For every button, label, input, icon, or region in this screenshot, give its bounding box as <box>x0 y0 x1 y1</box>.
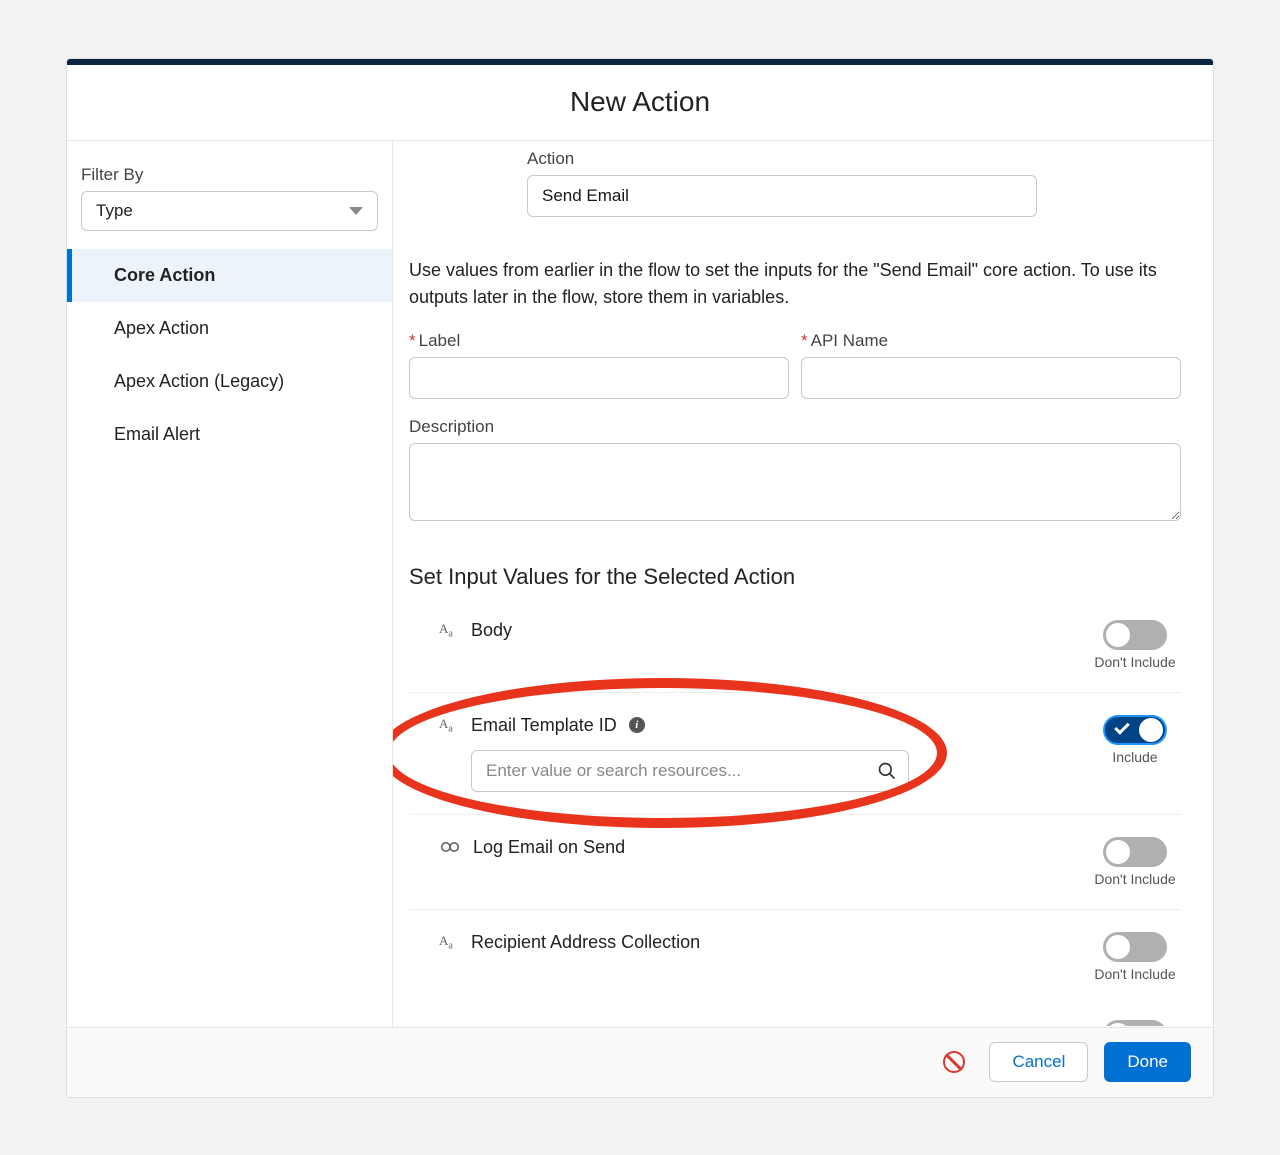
error-indicator-icon[interactable] <box>943 1051 965 1073</box>
label-input[interactable] <box>409 357 789 399</box>
input-values-heading: Set Input Values for the Selected Action <box>409 564 1181 590</box>
description-textarea[interactable] <box>409 443 1181 521</box>
check-icon <box>1114 719 1130 735</box>
modal-header: New Action <box>67 65 1213 141</box>
input-left: Aa Email Template ID i <box>439 715 909 792</box>
input-left: Aa Body <box>439 620 512 641</box>
include-toggle-log-email[interactable] <box>1103 837 1167 867</box>
toggle-knob <box>1106 840 1130 864</box>
include-toggle-body[interactable] <box>1103 620 1167 650</box>
label-field-col: *Label <box>409 331 789 399</box>
help-text: Use values from earlier in the flow to s… <box>409 257 1169 311</box>
chevron-down-icon <box>349 207 363 215</box>
modal-title: New Action <box>570 86 710 118</box>
cancel-button[interactable]: Cancel <box>989 1042 1088 1082</box>
modal-body: Filter By Type Core Action Apex Action A… <box>67 141 1213 1027</box>
sidebar-item-label: Apex Action (Legacy) <box>114 371 284 391</box>
done-button[interactable]: Done <box>1104 1042 1191 1082</box>
input-row-next-peek <box>409 1004 1181 1026</box>
screen: New Action Filter By Type Core Action Ap… <box>0 0 1280 1155</box>
text-type-icon: Aa <box>439 621 459 640</box>
input-title: Recipient Address Collection <box>471 932 700 953</box>
sidebar-item-label: Email Alert <box>114 424 200 444</box>
text-type-icon: Aa <box>439 933 459 952</box>
action-select[interactable]: Send Email <box>527 175 1037 217</box>
boolean-type-icon <box>439 841 461 853</box>
input-title: Log Email on Send <box>473 837 625 858</box>
sidebar-item-label: Apex Action <box>114 318 209 338</box>
toggle-col: Don't Include <box>1089 837 1181 887</box>
input-left: Log Email on Send <box>439 837 625 858</box>
toggle-col: Don't Include <box>1089 620 1181 670</box>
input-title: Body <box>471 620 512 641</box>
toggle-label: Don't Include <box>1094 654 1175 670</box>
description-block: Description <box>409 417 1181 526</box>
action-field-label: Action <box>527 149 1181 169</box>
type-select-value: Type <box>96 201 133 221</box>
action-block: Action Send Email <box>527 149 1181 217</box>
sidebar: Filter By Type Core Action Apex Action A… <box>67 141 393 1027</box>
filter-by-label: Filter By <box>67 165 392 191</box>
input-title-line: Aa Recipient Address Collection <box>439 932 700 953</box>
input-left: Aa Recipient Address Collection <box>439 932 700 953</box>
apiname-field-col: *API Name <box>801 331 1181 399</box>
main-panel[interactable]: Action Send Email Use values from earlie… <box>393 141 1213 1027</box>
toggle-knob <box>1106 935 1130 959</box>
apiname-field-label: *API Name <box>801 331 1181 351</box>
include-toggle-email-template-id[interactable] <box>1103 715 1167 745</box>
toggle-col <box>1089 1020 1181 1026</box>
info-icon[interactable]: i <box>629 717 645 733</box>
toggle-knob <box>1106 1023 1130 1026</box>
input-row-log-email-on-send: Log Email on Send Don't Include <box>409 815 1181 910</box>
modal-footer: Cancel Done <box>67 1027 1213 1097</box>
email-template-id-input[interactable] <box>471 750 909 792</box>
input-row-email-template-id: Aa Email Template ID i <box>409 693 1181 815</box>
sidebar-item-apex-action[interactable]: Apex Action <box>67 302 392 355</box>
include-toggle-next[interactable] <box>1103 1020 1167 1026</box>
toggle-col: Include <box>1089 715 1181 765</box>
action-select-value: Send Email <box>542 186 629 206</box>
type-select[interactable]: Type <box>81 191 378 231</box>
label-field-label: *Label <box>409 331 789 351</box>
text-type-icon: Aa <box>439 716 459 735</box>
toggle-label: Include <box>1112 749 1157 765</box>
input-title-line: Aa Email Template ID i <box>439 715 909 736</box>
resource-search-wrap <box>471 750 909 792</box>
sidebar-item-email-alert[interactable]: Email Alert <box>67 408 392 461</box>
input-row-recipient-address-collection: Aa Recipient Address Collection Don't In… <box>409 910 1181 1004</box>
toggle-col: Don't Include <box>1089 932 1181 982</box>
input-row-body: Aa Body Don't Include <box>409 598 1181 693</box>
input-title-line: Log Email on Send <box>439 837 625 858</box>
input-title-line: Aa Body <box>439 620 512 641</box>
toggle-knob <box>1139 718 1163 742</box>
modal-window: New Action Filter By Type Core Action Ap… <box>66 58 1214 1098</box>
toggle-knob <box>1106 623 1130 647</box>
sidebar-item-core-action[interactable]: Core Action <box>67 249 392 302</box>
sidebar-item-apex-action-legacy[interactable]: Apex Action (Legacy) <box>67 355 392 408</box>
label-apiname-row: *Label *API Name <box>409 331 1181 399</box>
toggle-label: Don't Include <box>1094 871 1175 887</box>
description-label: Description <box>409 417 1181 437</box>
required-marker: * <box>801 331 808 350</box>
required-marker: * <box>409 331 416 350</box>
input-title: Email Template ID <box>471 715 617 736</box>
main-inner: Action Send Email Use values from earlie… <box>409 149 1181 1026</box>
apiname-input[interactable] <box>801 357 1181 399</box>
sidebar-item-label: Core Action <box>114 265 215 285</box>
toggle-label: Don't Include <box>1094 966 1175 982</box>
action-type-list: Core Action Apex Action Apex Action (Leg… <box>67 249 392 461</box>
include-toggle-recipient-collection[interactable] <box>1103 932 1167 962</box>
